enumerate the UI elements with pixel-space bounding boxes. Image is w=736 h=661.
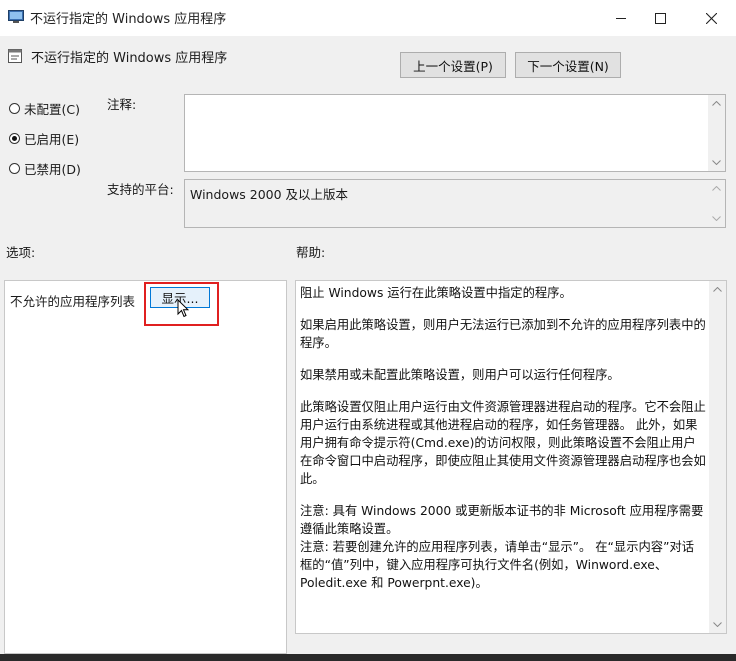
close-icon	[705, 12, 717, 24]
radio-label: 已启用(E)	[24, 132, 80, 147]
bottom-edge	[0, 654, 736, 661]
mouse-cursor-icon	[177, 298, 190, 321]
comment-label: 注释:	[107, 97, 137, 112]
platform-scrollbar[interactable]	[708, 180, 725, 227]
radio-label: 未配置(C)	[24, 102, 80, 117]
options-label: 选项:	[6, 245, 36, 260]
radio-disabled[interactable]: 已禁用(D)	[9, 159, 81, 178]
radio-not-configured[interactable]: 未配置(C)	[9, 99, 80, 118]
minimize-icon	[616, 13, 626, 23]
radio-label: 已禁用(D)	[24, 162, 81, 177]
platform-label: 支持的平台:	[107, 182, 174, 197]
comment-scrollbar[interactable]	[708, 95, 725, 171]
scroll-down-arrow-icon[interactable]	[708, 154, 725, 171]
scroll-down-arrow-icon[interactable]	[708, 210, 725, 227]
radio-enabled[interactable]: 已启用(E)	[9, 129, 79, 148]
previous-setting-button[interactable]: 上一个设置(P)	[400, 52, 506, 78]
scroll-up-arrow-icon[interactable]	[708, 180, 725, 197]
platform-field: Windows 2000 及以上版本	[184, 179, 726, 228]
help-paragraph: 注意: 若要创建允许的应用程序列表，请单击“显示”。 在“显示内容”对话框的“值…	[300, 540, 695, 590]
policy-icon	[7, 48, 23, 64]
scroll-up-arrow-icon[interactable]	[708, 95, 725, 112]
help-scrollbar[interactable]	[709, 281, 726, 633]
radio-indicator	[9, 163, 20, 174]
window-title: 不运行指定的 Windows 应用程序	[30, 12, 227, 27]
help-label: 帮助:	[296, 245, 326, 260]
radio-indicator	[9, 133, 20, 144]
scroll-up-arrow-icon[interactable]	[709, 281, 726, 298]
help-paragraph: 如果禁用或未配置此策略设置，则用户可以运行任何程序。	[300, 368, 620, 382]
title-bar: 不运行指定的 Windows 应用程序	[0, 0, 736, 36]
help-paragraph: 如果启用此策略设置，则用户无法运行已添加到不允许的应用程序列表中的程序。	[300, 318, 706, 350]
policy-name: 不运行指定的 Windows 应用程序	[31, 51, 228, 66]
help-text: 阻止 Windows 运行在此策略设置中指定的程序。 如果启用此策略设置，则用户…	[300, 284, 706, 592]
next-setting-button[interactable]: 下一个设置(N)	[515, 52, 621, 78]
help-panel: 阻止 Windows 运行在此策略设置中指定的程序。 如果启用此策略设置，则用户…	[295, 280, 727, 634]
options-panel: 不允许的应用程序列表	[4, 280, 287, 654]
help-paragraph: 阻止 Windows 运行在此策略设置中指定的程序。	[300, 286, 572, 300]
comment-textarea[interactable]	[184, 94, 726, 172]
maximize-button[interactable]	[637, 0, 683, 36]
platform-value: Windows 2000 及以上版本	[190, 187, 349, 202]
radio-indicator	[9, 103, 20, 114]
policy-window-icon	[8, 10, 24, 24]
help-paragraph: 注意: 具有 Windows 2000 或更新版本证书的非 Microsoft …	[300, 504, 704, 536]
help-paragraph: 此策略设置仅阻止用户运行由文件资源管理器进程启动的程序。它不会阻止用户运行由系统…	[300, 400, 706, 486]
maximize-icon	[654, 12, 666, 24]
scroll-down-arrow-icon[interactable]	[709, 616, 726, 633]
disallowed-apps-label: 不允许的应用程序列表	[10, 294, 136, 309]
close-button[interactable]	[688, 0, 734, 36]
